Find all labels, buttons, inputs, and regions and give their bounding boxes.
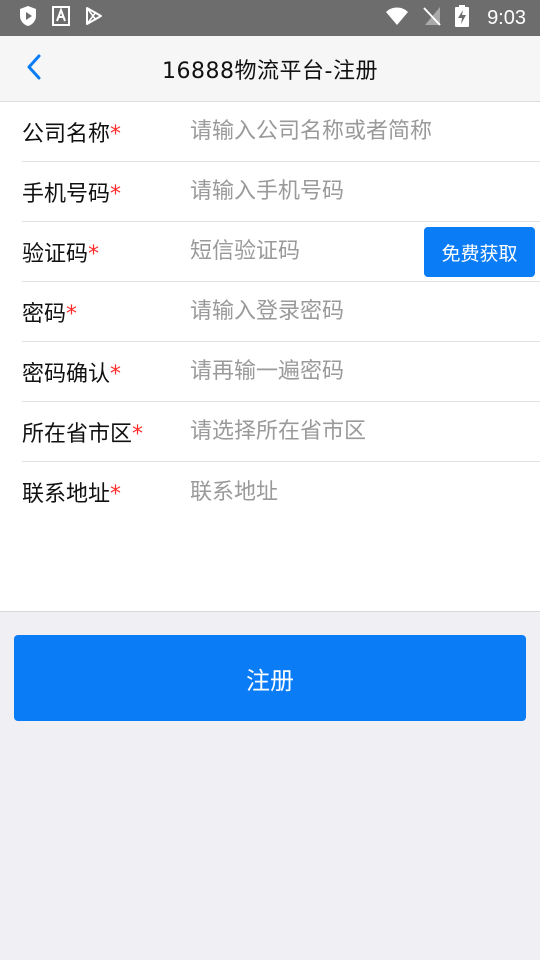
- page-title: 16888物流平台-注册: [162, 58, 378, 84]
- shield-play-icon: [18, 5, 38, 31]
- region-select[interactable]: [190, 402, 540, 461]
- password-row: 密码*: [22, 282, 540, 342]
- back-button[interactable]: [14, 46, 54, 92]
- status-bar: 9:03: [0, 0, 540, 36]
- confirm-password-input[interactable]: [190, 342, 540, 401]
- region-label: 所在省市区*: [22, 421, 144, 447]
- wifi-icon: [385, 6, 409, 30]
- phone-input[interactable]: [190, 162, 540, 221]
- password-label: 密码*: [22, 301, 78, 327]
- chevron-left-icon: [26, 54, 42, 84]
- company-label: 公司名称*: [22, 121, 122, 147]
- phone-label: 手机号码*: [22, 181, 122, 207]
- status-left: [18, 5, 104, 31]
- address-input[interactable]: [190, 462, 540, 522]
- phone-row: 手机号码*: [22, 162, 540, 222]
- status-right: 9:03: [385, 5, 526, 31]
- company-input[interactable]: [190, 102, 540, 161]
- play-store-icon: [84, 6, 104, 30]
- confirm-row: 密码确认*: [22, 342, 540, 402]
- no-sim-icon: [423, 6, 441, 30]
- code-label: 验证码*: [22, 241, 100, 267]
- register-button[interactable]: 注册: [14, 635, 526, 721]
- battery-charging-icon: [455, 5, 470, 31]
- status-time: 9:03: [487, 6, 526, 29]
- nav-bar: 16888物流平台-注册: [0, 36, 540, 102]
- company-row: 公司名称*: [22, 102, 540, 162]
- confirm-label: 密码确认*: [22, 361, 122, 387]
- register-form: 公司名称* 手机号码* 验证码* 免费获取 密码* 密码确认* 所在省市区* 联…: [0, 102, 540, 612]
- get-code-button[interactable]: 免费获取: [424, 227, 535, 277]
- address-label: 联系地址*: [22, 482, 122, 507]
- code-row: 验证码* 免费获取: [22, 222, 540, 282]
- password-input[interactable]: [190, 282, 540, 341]
- address-row: 联系地址*: [22, 462, 540, 522]
- font-a-icon: [52, 6, 70, 30]
- region-row: 所在省市区*: [22, 402, 540, 462]
